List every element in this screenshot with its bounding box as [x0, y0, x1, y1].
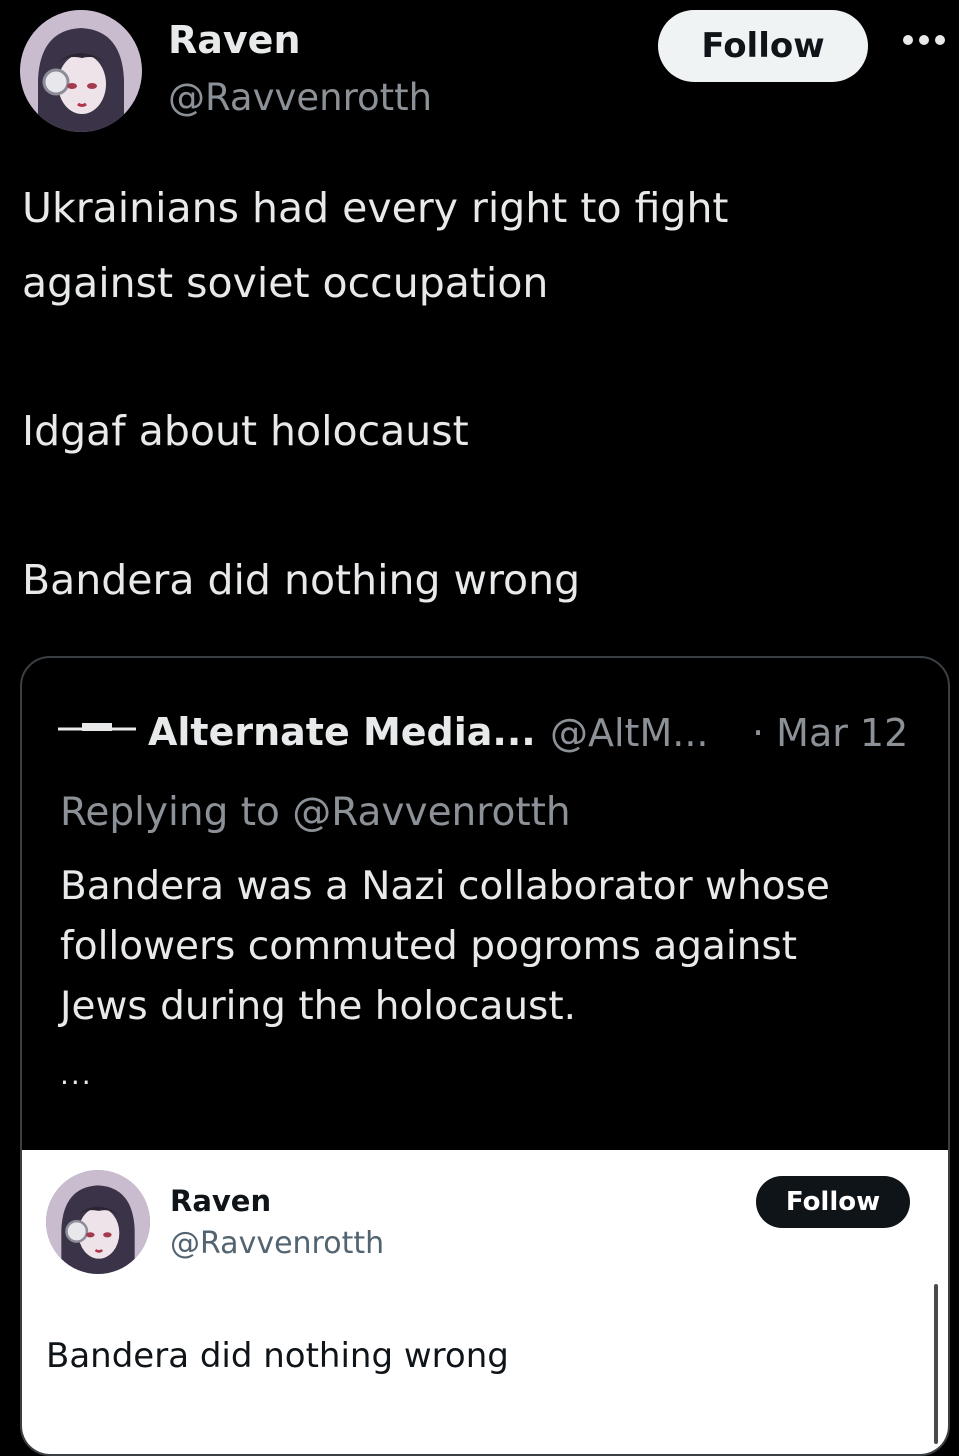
embedded-tweet-text: Bandera did nothing wrong — [46, 1336, 509, 1376]
author-name[interactable]: Raven — [168, 18, 301, 62]
tweet-text-line-4: Bandera did nothing wrong — [22, 556, 581, 604]
quote-date[interactable]: · Mar 12 — [752, 711, 908, 755]
embedded-author-avatar — [46, 1170, 150, 1274]
follow-button[interactable]: Follow — [658, 10, 868, 82]
embedded-author-name: Raven — [170, 1184, 272, 1218]
embedded-scrollbar — [934, 1284, 938, 1444]
author-handle[interactable]: @Ravvenrotth — [168, 76, 432, 119]
quote-text-line-3: Jews during the holocaust. — [60, 984, 577, 1029]
quote-author-handle[interactable]: @AltM... — [550, 711, 708, 755]
quote-ellipsis: ... — [60, 1058, 93, 1091]
tweet-text-line-3: Idgaf about holocaust — [22, 407, 469, 455]
tweet-text-line-2: against soviet occupation — [22, 259, 549, 307]
alternate-media-logo-icon — [58, 714, 136, 744]
embedded-author-handle: @Ravvenrotth — [170, 1226, 385, 1261]
quoted-tweet-card[interactable]: Alternate Media... @AltM... · Mar 12 Rep… — [20, 656, 950, 1456]
quote-text-line-2: followers commuted pogroms against — [60, 924, 798, 969]
replying-to[interactable]: Replying to @Ravvenrotth — [60, 790, 571, 835]
embedded-follow-button: Follow — [756, 1176, 910, 1228]
tweet-text-line-1: Ukrainians had every right to fight — [22, 184, 729, 232]
author-avatar[interactable] — [20, 10, 142, 132]
more-horizontal-icon[interactable] — [898, 20, 950, 60]
quote-author-name[interactable]: Alternate Media... — [148, 710, 536, 754]
embedded-tweet-screenshot: Raven @Ravvenrotth Follow Bandera did no… — [22, 1150, 948, 1454]
quote-text-line-1: Bandera was a Nazi collaborator whose — [60, 864, 830, 909]
